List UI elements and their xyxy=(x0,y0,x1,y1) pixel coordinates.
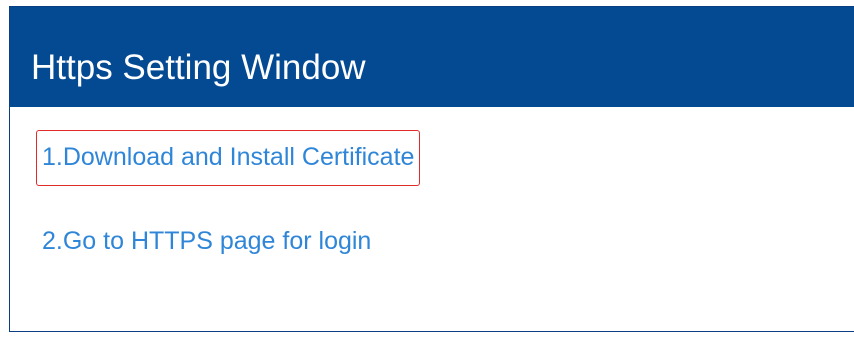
https-setting-window: Https Setting Window 1.Download and Inst… xyxy=(9,6,854,332)
title-bar: Https Setting Window xyxy=(10,7,854,107)
go-to-https-login-link[interactable]: 2.Go to HTTPS page for login xyxy=(42,226,371,256)
download-install-certificate-link[interactable]: 1.Download and Install Certificate xyxy=(36,130,421,186)
window-title: Https Setting Window xyxy=(31,48,366,87)
window-content: 1.Download and Install Certificate 2.Go … xyxy=(10,107,854,331)
